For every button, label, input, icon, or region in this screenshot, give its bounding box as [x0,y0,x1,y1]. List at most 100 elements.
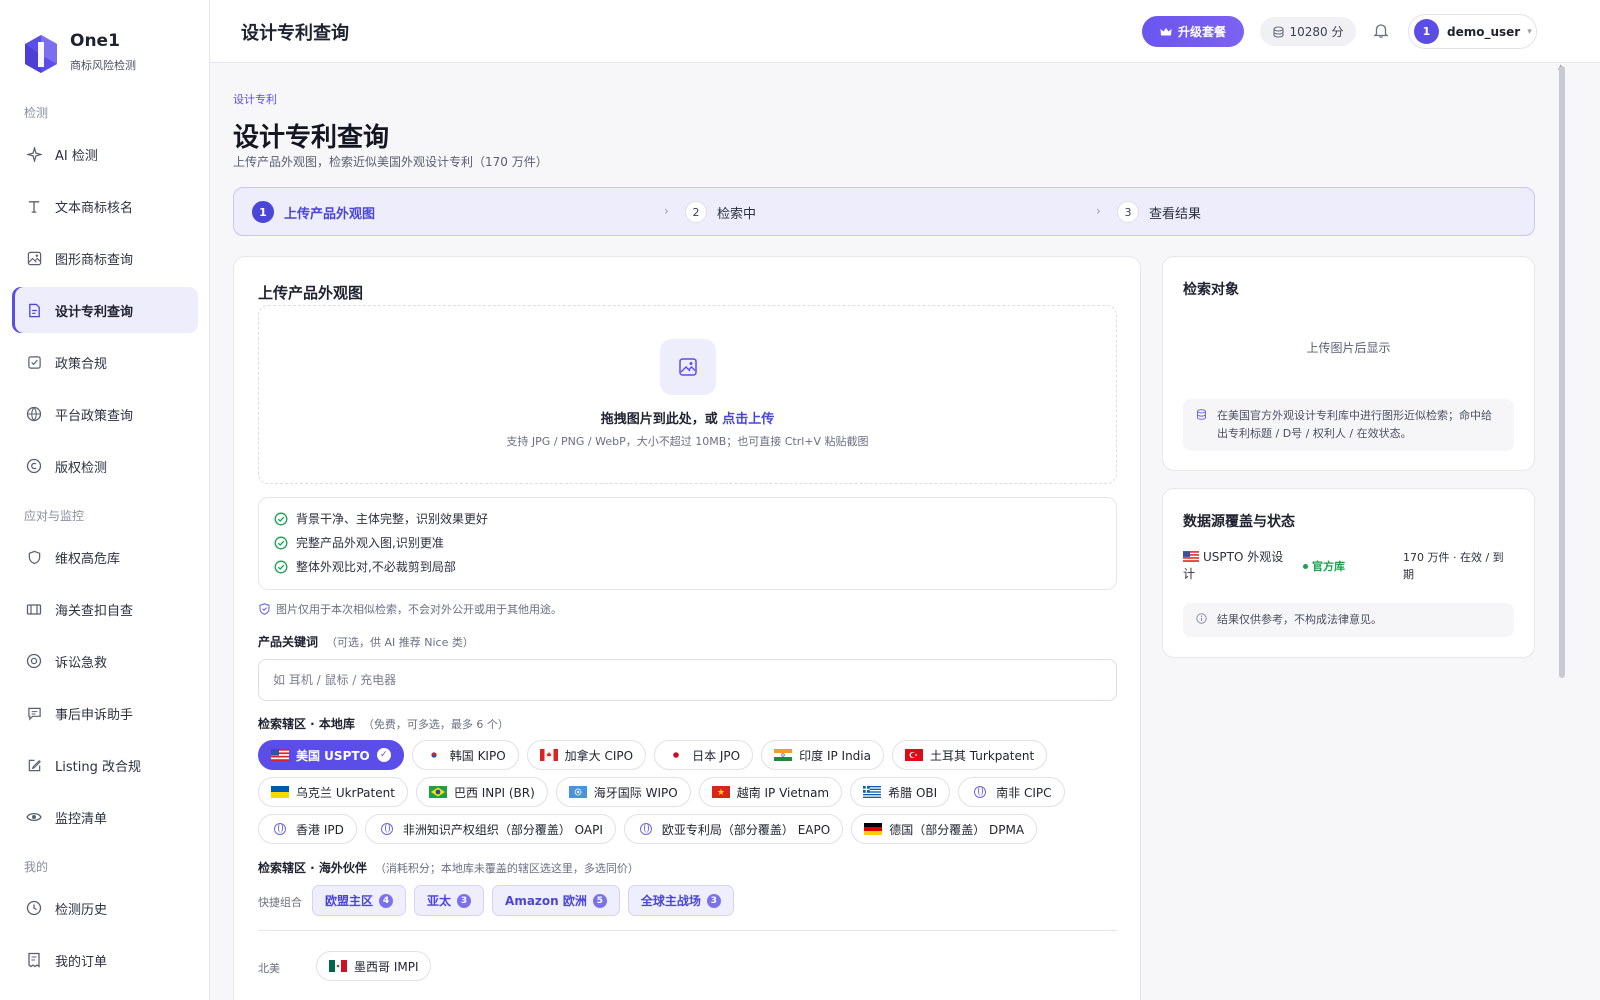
image-upload-icon [660,339,716,395]
dropzone-hint: 支持 JPG / PNG / WebP，大小不超过 10MB；也可直接 Ctrl… [506,435,869,448]
upload-link[interactable]: 点击上传 [722,412,774,427]
logo-icon [25,35,57,73]
combo-apac[interactable]: 亚太 3 [414,885,485,916]
drop-text: 拖拽图片到此处，或 [600,412,718,427]
user-menu[interactable]: 1 demo_user ▾ [1408,14,1537,49]
chevron-right-icon: › [664,204,669,218]
sidebar-item-platform-policy[interactable]: 平台政策查询 [12,391,198,437]
sidebar-item-policy-compliance[interactable]: 政策合规 [12,339,198,385]
globe-icon [380,823,393,835]
jurisdiction-chip-de[interactable]: 德国（部分覆盖） DPMA [851,814,1038,844]
de-flag-icon [864,823,883,835]
sidebar-item-label: 平台政策查询 [55,408,134,424]
datasource-status: 170 万件 · 在效 / 到期 [1403,551,1504,581]
jurisdiction-chip-in[interactable]: 印度 IP India [761,740,884,770]
privacy-text: 图片仅用于本次相似检索，不会对外公开或用于其他用途。 [276,603,562,616]
sidebar-item-litigation[interactable]: 诉讼急救 [12,638,198,684]
keyword-input[interactable] [258,659,1117,701]
sidebar: One1 商标风险检测 检测 AI 检测 文本商标核名 图形商标查询 设计专利查… [0,0,210,1000]
step-results: 3 查看结果 [1117,201,1201,223]
local-db-hint: （免费，可多选，最多 6 个） [362,718,509,731]
brand[interactable]: One1 商标风险检测 [24,30,136,74]
sidebar-item-high-risk-db[interactable]: 维权高危库 [12,534,198,580]
jurisdiction-chip-ua[interactable]: 乌克兰 UkrPatent [258,777,408,807]
sidebar-item-orders[interactable]: 我的订单 [12,937,198,983]
sidebar-item-label: 检测历史 [55,902,108,918]
header-title: 设计专利查询 [241,23,349,44]
jurisdiction-chip-za[interactable]: 南非 CIPC [958,777,1065,807]
datasource-heading: 数据源覆盖与状态 [1183,514,1295,530]
keyword-hint: （可选，供 AI 推荐 Nice 类） [326,636,474,649]
jurisdiction-chip-us[interactable]: 美国 USPTO ✓ [258,740,404,770]
sidebar-item-ai-detect[interactable]: AI 检测 [12,131,198,177]
step-label: 上传产品外观图 [284,206,376,222]
upgrade-button[interactable]: 升级套餐 [1142,16,1244,47]
bell-icon[interactable] [1372,21,1392,41]
combo-amazon-eu[interactable]: Amazon 欧洲 5 [492,885,620,916]
page-subtitle: 上传产品外观图，检索近似美国外观设计专利（170 万件） [233,155,548,169]
combo-global[interactable]: 全球主战场 3 [627,885,734,916]
un-flag-icon [568,786,587,798]
sidebar-item-label: 监控清单 [55,811,108,827]
chip-label: 德国（部分覆盖） DPMA [889,822,1025,837]
message-icon [26,705,42,721]
sidebar-item-appeal-assistant[interactable]: 事后申诉助手 [12,690,198,736]
jurisdiction-chip-vn[interactable]: 越南 IP Vietnam [698,777,843,807]
lifebuoy-icon [26,653,42,669]
chip-label: 非洲知识产权组织（部分覆盖） OAPI [402,822,603,837]
sidebar-item-image-trademark[interactable]: 图形商标查询 [12,235,198,281]
sidebar-item-listing-compliance[interactable]: Listing 改合规 [12,742,198,788]
sidebar-item-text-trademark[interactable]: 文本商标核名 [12,183,198,229]
sidebar-item-label: 事后申诉助手 [55,707,134,723]
privacy-note: 图片仅用于本次相似检索，不会对外公开或用于其他用途。 [259,601,562,617]
combo-eu[interactable]: 欧盟主区 4 [312,885,407,916]
jurisdiction-chip-tr[interactable]: 土耳其 Turkpatent [891,740,1048,770]
target-empty-hint: 上传图片后显示 [1306,341,1391,355]
scrollbar[interactable] [1559,66,1565,678]
combo-label: Amazon 欧洲 [505,894,587,908]
page-title: 设计专利查询 [233,123,390,153]
combo-count: 5 [592,893,607,908]
sidebar-item-label: 诉讼急救 [55,655,108,671]
local-db-label: 检索辖区 · 本地库 （免费，可多选，最多 6 个） [258,715,509,732]
breadcrumb[interactable]: 设计专利 [233,91,277,107]
tip-text: 背景干净、主体完整，识别效果更好 [296,512,489,526]
globe-icon [26,406,42,422]
jurisdiction-chip-ca[interactable]: 加拿大 CIPO [526,740,647,770]
tip-item: 整体外观比对,不必裁剪到局部 [274,558,456,575]
globe-icon [639,823,652,835]
jurisdiction-chip-jp[interactable]: 日本 JPO [654,740,754,770]
dropzone-text: 拖拽图片到此处，或 点击上传 [259,408,1116,427]
sidebar-item-design-patent[interactable]: 设计专利查询 [12,287,198,333]
upload-card: 上传产品外观图 拖拽图片到此处，或 点击上传 支持 JPG / PNG / We… [233,256,1141,1000]
keyword-label-text: 产品关键词 [258,635,319,649]
sidebar-item-watchlist[interactable]: 监控清单 [12,794,198,840]
eye-icon [26,809,42,825]
points-balance[interactable]: 10280 分 [1260,17,1356,46]
jurisdiction-chip-oapi[interactable]: 非洲知识产权组织（部分覆盖） OAPI [364,814,616,844]
info-icon [1196,613,1207,624]
jurisdiction-chip-br[interactable]: 巴西 INPI (BR) [415,777,548,807]
kr-flag-icon [424,749,443,761]
nav-group-title: 我的 [24,860,49,874]
chip-label: 南非 CIPC [996,785,1052,800]
sidebar-item-copyright[interactable]: 版权检测 [12,443,198,489]
gr-flag-icon [863,786,882,798]
chip-label: 墨西哥 IMPI [354,959,419,974]
ua-flag-icon [271,786,289,798]
in-flag-icon [774,749,793,761]
sidebar-item-customs[interactable]: 海关查扣自查 [12,586,198,632]
combo-count: 3 [457,893,472,908]
jurisdiction-chip-kr[interactable]: 韩国 KIPO [411,740,519,770]
sidebar-item-history[interactable]: 检测历史 [12,885,198,931]
jurisdiction-chip-eapo[interactable]: 欧亚专利局（部分覆盖） EAPO [623,814,844,844]
jurisdiction-chip-wipo[interactable]: 海牙国际 WIPO [555,777,691,807]
combo-count: 4 [379,893,394,908]
upload-dropzone[interactable]: 拖拽图片到此处，或 点击上传 支持 JPG / PNG / WebP，大小不超过… [258,305,1117,484]
step-label: 查看结果 [1149,206,1202,222]
jurisdiction-chip-gr[interactable]: 希腊 OBI [850,777,951,807]
partner-region-row: 墨西哥 IMPI [316,951,432,981]
jurisdiction-row: 乌克兰 UkrPatent 巴西 INPI (BR) 海牙国际 WIPO 越南 … [258,777,1065,807]
jurisdiction-chip-mx[interactable]: 墨西哥 IMPI [316,951,432,981]
jurisdiction-chip-hk[interactable]: 香港 IPD [258,814,357,844]
